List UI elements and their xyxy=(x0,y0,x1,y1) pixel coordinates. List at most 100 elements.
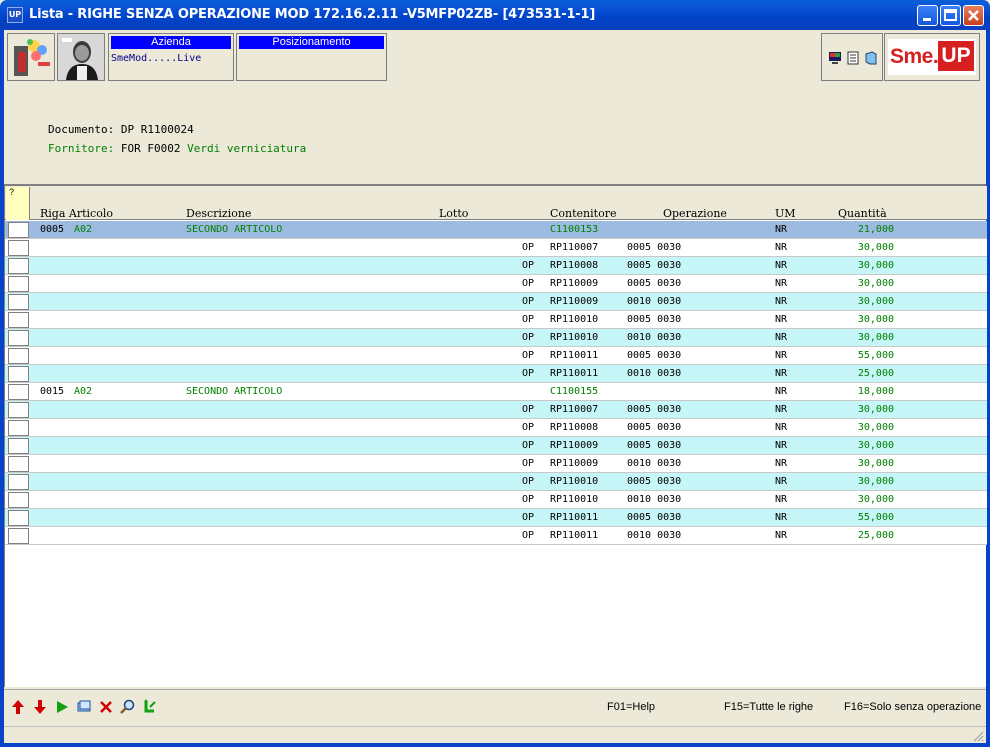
row-selector[interactable] xyxy=(8,366,29,382)
cell-operazione: 0005 0030 xyxy=(627,350,682,361)
cell-um: NR xyxy=(775,512,788,523)
cell-operazione: 0010 0030 xyxy=(627,530,682,541)
row-selector[interactable] xyxy=(8,330,29,346)
table-row[interactable]: OP RP110010 0010 0030 NR 30,000 xyxy=(5,491,987,509)
cell-quantita: 30,000 xyxy=(857,494,894,505)
col-um[interactable]: UM xyxy=(775,207,796,220)
table-row[interactable]: OP RP110007 0005 0030 NR 30,000 xyxy=(5,401,987,419)
cell-um: NR xyxy=(775,242,788,253)
cell-um: NR xyxy=(775,476,788,487)
table-row[interactable]: 0005 A02 SECONDO ARTICOLO C1100153 NR 21,000 xyxy=(5,221,987,239)
cell-operazione: 0005 0030 xyxy=(627,314,682,325)
table-row[interactable]: OP RP110010 0010 0030 NR 30,000 xyxy=(5,329,987,347)
close-button[interactable] xyxy=(963,5,984,26)
f15-tutte-righe[interactable]: F15=Tutte le righe xyxy=(724,701,813,713)
table-row[interactable]: OP RP110011 0010 0030 NR 25,000 xyxy=(5,365,987,383)
window-icon[interactable] xyxy=(76,699,92,715)
minimize-button[interactable] xyxy=(917,5,938,26)
cell-um: NR xyxy=(775,260,788,271)
col-riga-articolo[interactable]: Riga Articolo xyxy=(40,207,113,220)
table-row[interactable]: OP RP110011 0005 0030 NR 55,000 xyxy=(5,509,987,527)
row-selector[interactable] xyxy=(8,438,29,454)
maximize-button[interactable] xyxy=(940,5,961,26)
row-selector[interactable] xyxy=(8,474,29,490)
table-row[interactable]: OP RP110009 0010 0030 NR 30,000 xyxy=(5,455,987,473)
cell-contenitore: RP110009 xyxy=(550,296,599,307)
arrow-down-icon[interactable] xyxy=(32,699,48,715)
question-button[interactable]: ? xyxy=(6,187,30,220)
row-selector[interactable] xyxy=(8,510,29,526)
table-row[interactable]: OP RP110008 0005 0030 NR 30,000 xyxy=(5,419,987,437)
table-row[interactable]: OP RP110010 0005 0030 NR 30,000 xyxy=(5,473,987,491)
minimize-icon xyxy=(923,18,931,21)
book-icon[interactable] xyxy=(864,51,878,70)
cell-quantita: 30,000 xyxy=(857,260,894,271)
cell-riga: 0015 xyxy=(40,386,65,397)
cell-um: NR xyxy=(775,458,788,469)
col-quantita[interactable]: Quantità xyxy=(838,207,887,220)
cell-contenitore: RP110011 xyxy=(550,368,599,379)
f01-help[interactable]: F01=Help xyxy=(607,701,655,713)
search-icon[interactable] xyxy=(120,699,136,715)
cell-quantita: 30,000 xyxy=(857,278,894,289)
bottom-bar: F01=Help F15=Tutte le righe F16=Solo sen… xyxy=(4,689,986,725)
table-row[interactable]: OP RP110011 0005 0030 NR 55,000 xyxy=(5,347,987,365)
cell-quantita: 25,000 xyxy=(857,368,894,379)
row-selector[interactable] xyxy=(8,456,29,472)
cell-contenitore: RP110011 xyxy=(550,530,599,541)
row-selector[interactable] xyxy=(8,222,29,238)
row-selector[interactable] xyxy=(8,492,29,508)
user-avatar[interactable] xyxy=(57,33,105,81)
refresh-icon[interactable] xyxy=(142,699,158,715)
fornitore-name: Verdi verniciatura xyxy=(187,142,307,155)
cell-um: NR xyxy=(775,494,788,505)
table-row[interactable]: OP RP110009 0005 0030 NR 30,000 xyxy=(5,275,987,293)
table-row[interactable]: 0015 A02 SECONDO ARTICOLO C1100155 NR 18,000 xyxy=(5,383,987,401)
fornitore-label: Fornitore: xyxy=(48,142,115,155)
toolbar-icon-group xyxy=(821,33,883,81)
play-icon[interactable] xyxy=(54,699,70,715)
delete-icon[interactable] xyxy=(98,699,114,715)
cell-contenitore: RP110007 xyxy=(550,242,599,253)
document-icon[interactable] xyxy=(846,51,860,70)
row-selector[interactable] xyxy=(8,402,29,418)
f16-senza-operazione[interactable]: F16=Solo senza operazione xyxy=(844,701,981,713)
table-row[interactable]: OP RP110011 0010 0030 NR 25,000 xyxy=(5,527,987,545)
row-selector[interactable] xyxy=(8,420,29,436)
table-row[interactable]: OP RP110009 0010 0030 NR 30,000 xyxy=(5,293,987,311)
col-descrizione[interactable]: Descrizione xyxy=(186,207,251,220)
cell-operazione: 0005 0030 xyxy=(627,278,682,289)
row-selector[interactable] xyxy=(8,240,29,256)
cell-quantita: 30,000 xyxy=(857,332,894,343)
cell-descrizione: SECONDO ARTICOLO xyxy=(186,386,283,397)
cell-um: NR xyxy=(775,530,788,541)
program-icon[interactable] xyxy=(7,33,55,81)
row-selector[interactable] xyxy=(8,294,29,310)
col-lotto[interactable]: Lotto xyxy=(439,207,468,220)
data-grid: ? Riga Articolo Descrizione Lotto Conten… xyxy=(4,184,987,687)
row-selector[interactable] xyxy=(8,312,29,328)
table-row[interactable]: OP RP110008 0005 0030 NR 30,000 xyxy=(5,257,987,275)
cell-operazione: 0010 0030 xyxy=(627,458,682,469)
cell-quantita: 30,000 xyxy=(857,476,894,487)
resize-grip-icon[interactable] xyxy=(972,730,984,742)
cell-contenitore: C1100155 xyxy=(550,386,599,397)
row-selector[interactable] xyxy=(8,528,29,544)
cell-quantita: 30,000 xyxy=(857,422,894,433)
table-row[interactable]: OP RP110007 0005 0030 NR 30,000 xyxy=(5,239,987,257)
col-operazione[interactable]: Operazione xyxy=(663,207,727,220)
table-row[interactable]: OP RP110010 0005 0030 NR 30,000 xyxy=(5,311,987,329)
row-selector[interactable] xyxy=(8,276,29,292)
table-row[interactable]: OP RP110009 0005 0030 NR 30,000 xyxy=(5,437,987,455)
monitor-icon[interactable] xyxy=(828,51,842,70)
row-selector[interactable] xyxy=(8,258,29,274)
cell-contenitore: RP110009 xyxy=(550,458,599,469)
row-selector[interactable] xyxy=(8,384,29,400)
cell-contenitore: RP110007 xyxy=(550,404,599,415)
cell-contenitore: RP110010 xyxy=(550,332,599,343)
row-selector[interactable] xyxy=(8,348,29,364)
cell-quantita: 18,000 xyxy=(857,386,894,397)
cell-quantita: 30,000 xyxy=(857,296,894,307)
col-contenitore[interactable]: Contenitore xyxy=(550,207,616,220)
arrow-up-icon[interactable] xyxy=(10,699,26,715)
